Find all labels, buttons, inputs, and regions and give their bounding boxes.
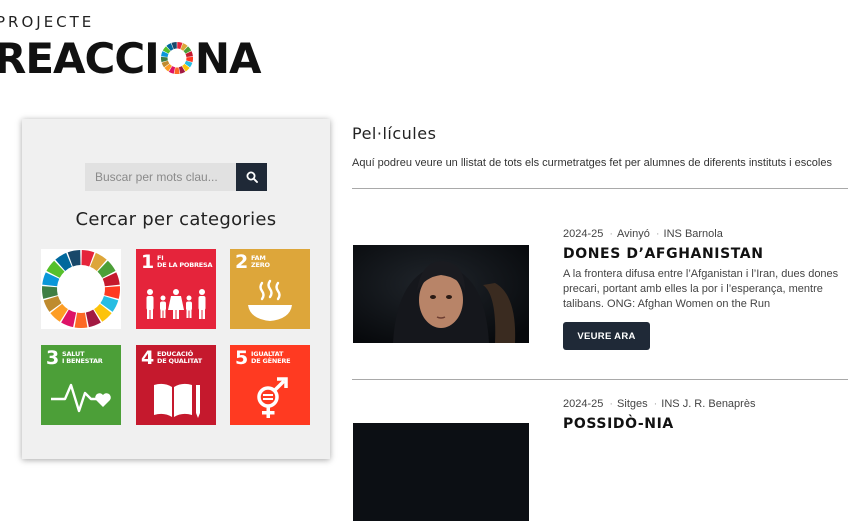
meta-separator: · [609, 228, 614, 240]
food-bowl-icon [248, 279, 292, 321]
sdg-ring-icon [160, 41, 193, 75]
film-town: Avinyó [617, 228, 650, 240]
film-meta: 2024-25 · Avinyó · INS Barnola [563, 228, 725, 240]
category-sdg-3[interactable]: 3 SALUT I BENESTAR [41, 345, 121, 425]
film-still-image [353, 245, 529, 343]
gender-symbol-icon [257, 377, 288, 418]
categories-heading: Cercar per categories [75, 209, 277, 230]
logo-word-right: NA [194, 33, 262, 83]
category-sdg-all[interactable] [41, 249, 121, 329]
divider [352, 188, 848, 189]
film-title[interactable]: DONES D’AFGHANISTAN [563, 246, 764, 262]
film-year: 2024-25 [563, 228, 604, 240]
search-button[interactable] [236, 163, 267, 191]
sdg-wheel-icon [42, 250, 120, 328]
film-description-line: precari, portant amb elles la por i l’es… [563, 283, 823, 295]
film-thumbnail[interactable] [353, 245, 529, 343]
logo-wordmark: REACCI NA [0, 33, 262, 83]
sidebar-filters: Cercar per categories 1 FIDE LA POBRESA … [22, 119, 330, 459]
book-pencil-icon [154, 383, 200, 418]
meta-separator: · [655, 228, 660, 240]
family-icon [146, 289, 206, 319]
film-meta: 2024-25 · Sitges · INS J. R. Benaprès [563, 398, 757, 410]
film-thumbnail[interactable] [353, 423, 529, 521]
page-title: Pel·lícules [352, 124, 437, 143]
category-sdg-2[interactable]: 2 FAM ZERO [230, 249, 310, 329]
logo-project-label: PROJECTE [0, 13, 95, 31]
film-school: INS Barnola [663, 228, 723, 240]
divider [352, 379, 848, 380]
film-town: Sitges [617, 398, 648, 410]
search-icon [246, 171, 258, 183]
film-year: 2024-25 [563, 398, 604, 410]
search-input[interactable] [85, 163, 236, 191]
category-sdg-1[interactable]: 1 FI DE LA POBRESA [136, 249, 216, 329]
category-sdg-4[interactable]: 4 EDUCACIÓ DE QUALITAT [136, 345, 216, 425]
meta-separator: · [609, 398, 614, 410]
film-description: A la frontera difusa entre l’Afganistan … [563, 267, 848, 312]
page-description: Aquí podreu veure un llistat de tots els… [352, 157, 832, 169]
film-school: INS J. R. Benaprès [661, 398, 756, 410]
film-description-line: A la frontera difusa entre l’Afganistan … [563, 268, 839, 280]
watch-now-button[interactable]: VEURE ARA [563, 322, 650, 350]
logo-word-left: REACCI [0, 33, 160, 83]
meta-separator: · [653, 398, 658, 410]
film-description-line: talibans. ONG: Afghan Women on the Run [563, 298, 771, 310]
heartbeat-icon [51, 383, 111, 413]
category-sdg-5[interactable]: 5 IGUALTAT DE GÈNERE [230, 345, 310, 425]
